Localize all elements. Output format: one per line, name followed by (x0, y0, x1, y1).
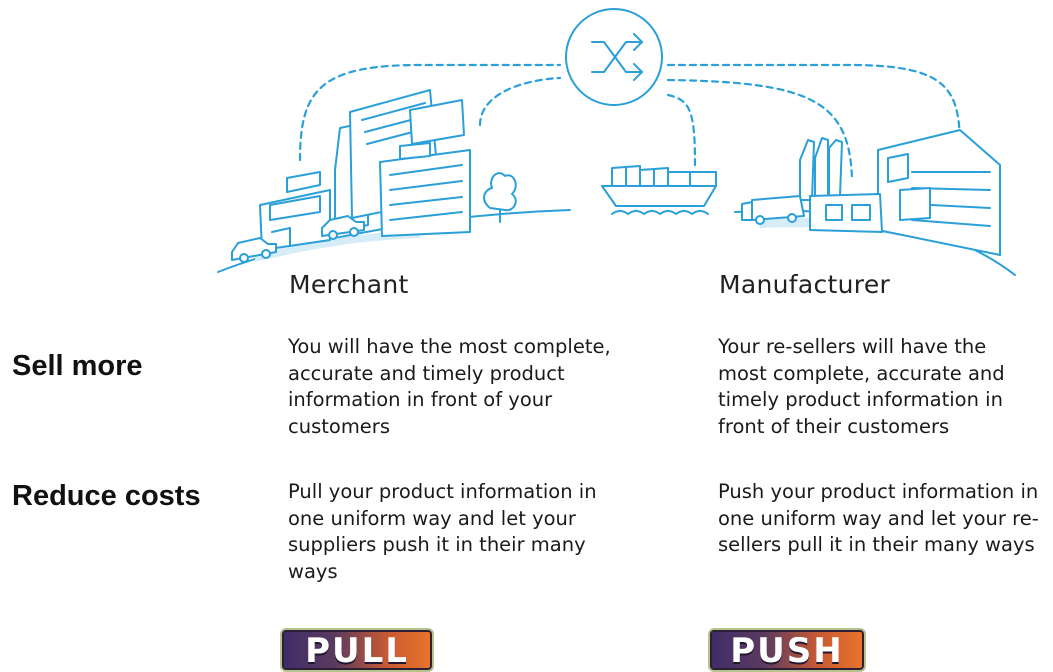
row-label-reduce-costs: Reduce costs (12, 480, 201, 512)
factory-icon (734, 129, 1016, 276)
shuffle-hub-icon (565, 8, 663, 106)
manufacturer-heading: Manufacturer (719, 270, 891, 299)
push-badge: PUSH (708, 628, 866, 672)
row-label-sell-more: Sell more (12, 350, 143, 382)
manufacturer-reduce-costs-text: Push your product information in one uni… (718, 480, 1039, 556)
merchant-sell-more-text: You will have the most complete, accurat… (288, 335, 611, 438)
merchant-buildings-icon (217, 89, 571, 273)
merchant-heading: Merchant (289, 270, 409, 299)
pull-badge: PULL (280, 628, 434, 672)
cargo-ship-icon (601, 165, 717, 215)
merchant-reduce-costs-text: Pull your product information in one uni… (288, 480, 597, 583)
supply-chain-illustration (217, 8, 1016, 276)
manufacturer-sell-more-text: Your re-sellers will have the most compl… (718, 335, 1005, 438)
